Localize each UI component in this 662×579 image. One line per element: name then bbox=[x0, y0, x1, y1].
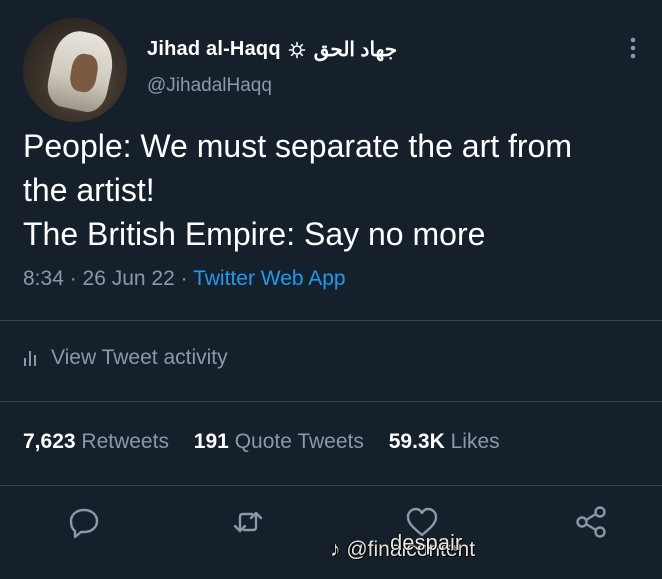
tweet-time[interactable]: 8:34 bbox=[23, 267, 64, 290]
divider bbox=[0, 320, 662, 321]
user-handle[interactable]: @JihadalHaqq bbox=[147, 75, 272, 97]
likes-stat[interactable]: 59.3K Likes bbox=[389, 430, 500, 453]
separator-dot: · bbox=[180, 267, 194, 290]
more-vertical-icon[interactable] bbox=[628, 35, 638, 65]
bar-chart-icon bbox=[23, 349, 37, 367]
tweet-line: People: We must separate the art from bbox=[23, 128, 572, 164]
tweet-line: The British Empire: Say no more bbox=[23, 216, 486, 252]
retweets-count: 7,623 bbox=[23, 430, 76, 453]
divider bbox=[0, 485, 662, 486]
avatar[interactable] bbox=[23, 18, 127, 122]
likes-label: Likes bbox=[450, 430, 500, 453]
retweet-icon[interactable] bbox=[231, 505, 265, 539]
watermark-handle: despair bbox=[390, 530, 463, 555]
quote-tweets-label: Quote Tweets bbox=[234, 430, 364, 453]
tweet-text: People: We must separate the art from th… bbox=[23, 124, 648, 256]
tweet-stats: 7,623 Retweets 191 Quote Tweets 59.3K Li… bbox=[23, 430, 519, 454]
quote-tweets-count: 191 bbox=[193, 430, 229, 453]
view-tweet-activity-label: View Tweet activity bbox=[51, 346, 228, 369]
author-name-row: Jihad al-Haqq جهاد الحق bbox=[147, 37, 397, 62]
tiktok-watermark: ♪ @finalcontent despair bbox=[330, 530, 475, 562]
tweet-source-link[interactable]: Twitter Web App bbox=[193, 267, 346, 290]
display-name[interactable]: Jihad al-Haqq bbox=[147, 38, 281, 61]
verified-badge-icon bbox=[288, 41, 306, 59]
tweet-line: the artist! bbox=[23, 172, 155, 208]
likes-count: 59.3K bbox=[388, 430, 445, 453]
share-icon[interactable] bbox=[574, 505, 608, 539]
retweets-label: Retweets bbox=[81, 430, 169, 453]
arabic-name: جهاد الحق bbox=[313, 39, 398, 61]
tweet-date[interactable]: 26 Jun 22 bbox=[83, 267, 175, 290]
separator-dot: · bbox=[69, 267, 83, 290]
tweet-meta: 8:34 · 26 Jun 22 · Twitter Web App bbox=[23, 267, 346, 291]
quote-tweets-stat[interactable]: 191 Quote Tweets bbox=[194, 430, 364, 453]
tiktok-icon: ♪ bbox=[330, 538, 341, 561]
retweets-stat[interactable]: 7,623 Retweets bbox=[23, 430, 169, 453]
reply-icon[interactable] bbox=[67, 505, 101, 539]
divider bbox=[0, 401, 662, 402]
view-tweet-activity-button[interactable]: View Tweet activity bbox=[23, 346, 228, 370]
